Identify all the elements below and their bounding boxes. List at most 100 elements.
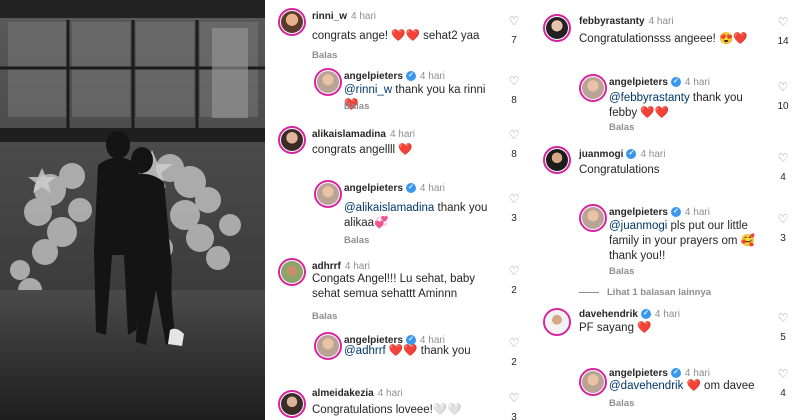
- heart-outline-icon[interactable]: ♡: [505, 129, 523, 141]
- comment-username[interactable]: angelpieters ✓ 4 hari: [609, 207, 710, 218]
- mention-link[interactable]: @juanmogi: [609, 220, 667, 232]
- like-count: 10: [777, 101, 789, 112]
- heart-outline-icon[interactable]: ♡: [774, 152, 792, 164]
- avatar[interactable]: [314, 180, 342, 208]
- heart-outline-icon[interactable]: ♡: [774, 368, 792, 380]
- reply-item: angelpieters ✓ 4 hari @davehendrik ❤️ om d…: [537, 364, 800, 420]
- comment-username[interactable]: rinni_w 4 hari: [312, 11, 376, 22]
- like-control: ♡ 3: [505, 392, 523, 420]
- mention-link[interactable]: @febbyrastanty: [609, 92, 690, 104]
- heart-outline-icon[interactable]: ♡: [505, 392, 523, 404]
- comment-text: Congratulations: [579, 164, 660, 176]
- reply-button[interactable]: Balas: [609, 266, 634, 277]
- comment-username[interactable]: angelpieters ✓ 4 hari: [344, 183, 445, 194]
- post-photo: [0, 0, 265, 420]
- reply-item: angelpieters ✓ 4 hari @febbyrastanty thank…: [537, 74, 800, 136]
- heart-outline-icon[interactable]: ♡: [774, 16, 792, 28]
- heart-outline-icon[interactable]: ♡: [505, 337, 523, 349]
- like-control: ♡ 14: [774, 16, 792, 47]
- comment-time: 4 hari: [648, 16, 674, 27]
- comment-time: 4 hari: [684, 77, 710, 88]
- comment-item: rinni_w 4 hari congrats ange! ❤️❤️ sehat2…: [272, 8, 530, 66]
- comment-time: 4 hari: [389, 129, 415, 140]
- mention-link[interactable]: @davehendrik: [609, 380, 683, 392]
- avatar[interactable]: [278, 258, 306, 286]
- comment-text: Congratulationsss angeee! 😍❤️: [579, 33, 748, 45]
- comment-time: 4 hari: [654, 309, 680, 320]
- like-count: 8: [511, 149, 517, 160]
- heart-outline-icon[interactable]: ♡: [505, 15, 523, 27]
- heart-outline-icon[interactable]: ♡: [505, 193, 523, 205]
- comments-column-left: rinni_w 4 hari congrats ange! ❤️❤️ sehat2…: [272, 0, 530, 420]
- reply-button[interactable]: Balas: [344, 101, 369, 112]
- avatar[interactable]: [543, 146, 571, 174]
- comment-text: PF sayang ❤️: [579, 322, 652, 334]
- comment-time: 4 hari: [684, 207, 710, 218]
- comment-username[interactable]: febbyrastanty 4 hari: [579, 16, 674, 27]
- comment-username[interactable]: angelpieters ✓ 4 hari: [609, 77, 710, 88]
- heart-outline-icon[interactable]: ♡: [505, 265, 523, 277]
- reply-button[interactable]: Balas: [312, 311, 337, 322]
- like-count: 3: [780, 233, 786, 244]
- like-control: ♡ 2: [505, 265, 523, 296]
- mention-link[interactable]: @alikaislamadina: [344, 202, 434, 214]
- verified-badge-icon: ✓: [640, 309, 651, 320]
- avatar[interactable]: [579, 74, 607, 102]
- like-control: ♡ 4: [774, 152, 792, 183]
- like-count: 2: [511, 357, 517, 368]
- like-count: 7: [511, 35, 517, 46]
- comment-username[interactable]: adhrrf 4 hari: [312, 261, 370, 272]
- like-control: ♡ 8: [505, 75, 523, 106]
- like-control: ♡ 8: [505, 129, 523, 160]
- reply-button[interactable]: Balas: [609, 398, 634, 409]
- comment-time: 4 hari: [351, 11, 377, 22]
- heart-outline-icon[interactable]: ♡: [774, 213, 792, 225]
- reply-button[interactable]: Balas: [312, 50, 337, 61]
- heart-outline-icon[interactable]: ♡: [774, 81, 792, 93]
- heart-outline-icon[interactable]: ♡: [505, 75, 523, 87]
- like-control: ♡ 10: [774, 81, 792, 112]
- avatar[interactable]: [278, 390, 306, 418]
- comment-item: juanmogi ✓ 4 hari Congratulations ♡ 4: [537, 146, 800, 196]
- avatar[interactable]: [579, 204, 607, 232]
- avatar[interactable]: [278, 8, 306, 36]
- comment-username[interactable]: almeidakezia 4 hari: [312, 388, 403, 399]
- comment-time: 4 hari: [344, 261, 370, 272]
- comment-text: @febbyrastanty thank you febby ❤️❤️: [609, 92, 743, 119]
- like-count: 3: [511, 213, 517, 224]
- mention-link[interactable]: @adhrrf: [344, 345, 386, 357]
- like-count: 2: [511, 285, 517, 296]
- verified-badge-icon: ✓: [670, 207, 681, 218]
- like-control: ♡ 3: [774, 213, 792, 244]
- comment-time: 4 hari: [419, 183, 445, 194]
- reply-button[interactable]: Balas: [609, 122, 634, 133]
- avatar[interactable]: [278, 126, 306, 154]
- comment-time: 4 hari: [377, 388, 403, 399]
- avatar[interactable]: [543, 308, 571, 336]
- like-count: 8: [511, 95, 517, 106]
- avatar[interactable]: [579, 368, 607, 396]
- reply-item: angelpieters ✓ 4 hari @alikaislamadina tha…: [272, 180, 530, 250]
- reply-item: angelpieters ✓ 4 hari @adhrrf ❤️❤️ thank y…: [272, 332, 530, 384]
- comment-item: febbyrastanty 4 hari Congratulationsss an…: [537, 14, 800, 72]
- comment-username[interactable]: angelpieters ✓ 4 hari: [609, 368, 710, 379]
- comment-item: adhrrf 4 hari Congats Angel!!! Lu sehat, …: [272, 254, 530, 328]
- view-more-replies-button[interactable]: Lihat 1 balasan lainnya: [579, 287, 711, 298]
- reply-button[interactable]: Balas: [344, 235, 369, 246]
- comment-username[interactable]: alikaislamadina 4 hari: [312, 129, 415, 140]
- verified-badge-icon: ✓: [626, 149, 637, 160]
- comment-username[interactable]: davehendrik ✓ 4 hari: [579, 309, 680, 320]
- mention-link[interactable]: @rinni_w: [344, 84, 392, 96]
- comment-item: davehendrik ✓ 4 hari PF sayang ❤️ ♡ 5: [537, 308, 800, 360]
- comment-username[interactable]: juanmogi ✓ 4 hari: [579, 149, 665, 160]
- avatar[interactable]: [314, 332, 342, 360]
- like-control: ♡ 2: [505, 337, 523, 368]
- comment-text: @alikaislamadina thank you alikaa💞: [344, 202, 488, 229]
- avatar[interactable]: [543, 14, 571, 42]
- heart-outline-icon[interactable]: ♡: [774, 312, 792, 324]
- comment-time: 4 hari: [419, 71, 445, 82]
- like-control: ♡ 4: [774, 368, 792, 399]
- couple-photo-image: [0, 0, 265, 420]
- avatar[interactable]: [314, 68, 342, 96]
- comment-username[interactable]: angelpieters ✓ 4 hari: [344, 71, 445, 82]
